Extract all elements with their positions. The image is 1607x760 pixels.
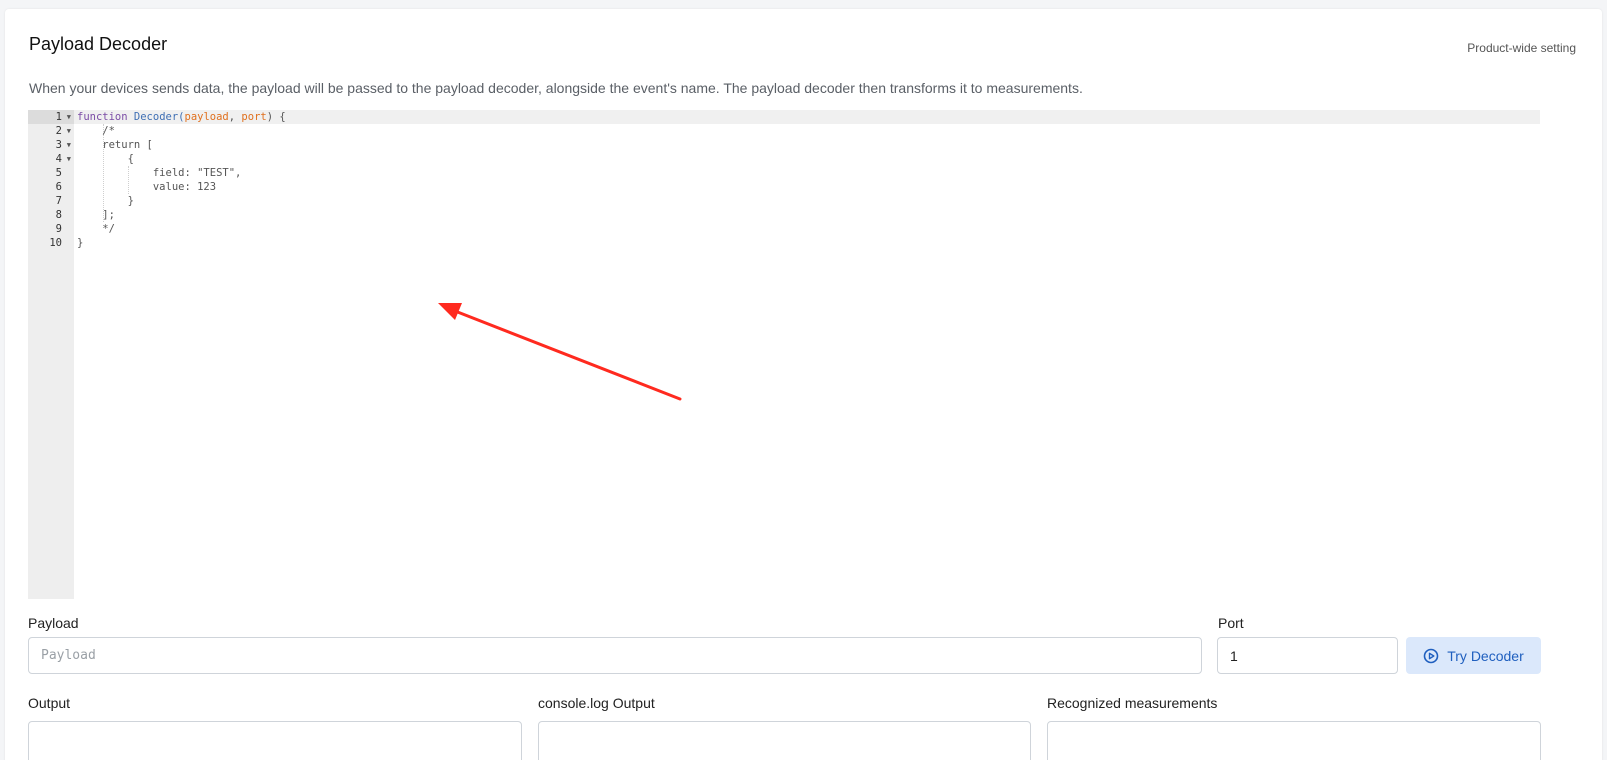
fold-arrow-icon[interactable]: ▼ — [67, 124, 71, 138]
payload-label: Payload — [28, 615, 79, 631]
card-title: Payload Decoder — [29, 34, 168, 54]
code-line: */ — [77, 223, 115, 235]
line-number: 4 ▼ — [28, 152, 74, 166]
port-input[interactable] — [1217, 637, 1398, 674]
try-decoder-label: Try Decoder — [1447, 647, 1524, 664]
code-function-name: Decoder — [133, 111, 179, 123]
play-circle-icon — [1423, 648, 1439, 663]
try-decoder-button[interactable]: Try Decoder — [1406, 637, 1541, 674]
active-line-highlight — [74, 110, 1540, 124]
code-line: function Decoder(payload, port) { — [77, 110, 286, 124]
output-box[interactable] — [28, 721, 522, 760]
line-number-text: 1 — [55, 111, 62, 123]
code-line: { — [77, 153, 134, 165]
line-number: 8 — [28, 208, 74, 222]
port-label: Port — [1218, 615, 1244, 631]
line-number-text: 6 — [55, 181, 62, 193]
line-number: 1 ▼ — [28, 110, 74, 124]
code-paren: ) { — [266, 111, 286, 123]
code-line: } — [77, 237, 84, 249]
code-param: payload — [184, 111, 229, 123]
fold-arrow-icon[interactable]: ▼ — [67, 152, 71, 166]
code-param: port — [241, 111, 267, 123]
code-line: } — [77, 195, 134, 207]
line-number-text: 4 — [55, 153, 62, 165]
recognized-measurements-label: Recognized measurements — [1047, 695, 1218, 711]
line-number-text: 7 — [55, 195, 62, 207]
line-number: 3 ▼ — [28, 138, 74, 152]
code-keyword: function — [77, 111, 128, 123]
output-label: Output — [28, 695, 71, 711]
code-separator: , — [228, 111, 242, 123]
line-number-text: 8 — [55, 209, 62, 221]
line-number-text: 2 — [55, 125, 62, 137]
code-line: ]; — [77, 209, 115, 221]
product-wide-setting-label: Product-wide setting — [1467, 41, 1576, 55]
line-number-text: 5 — [55, 167, 62, 179]
code-line: value: 123 — [77, 181, 217, 193]
payload-decoder-card: Payload Decoder Product-wide setting Whe… — [5, 9, 1602, 760]
line-number: 9 — [28, 222, 74, 236]
line-number-text: 9 — [55, 223, 62, 235]
fold-arrow-icon[interactable]: ▼ — [67, 110, 71, 124]
line-number: 10 — [28, 236, 74, 250]
code-line: /* — [77, 125, 115, 137]
recognized-measurements-box[interactable] — [1047, 721, 1541, 760]
code-editor[interactable]: 1 ▼ 2 ▼ 3 ▼ 4 ▼ 5 6 7 8 9 10 function Decode… — [28, 110, 1540, 599]
card-description: When your devices sends data, the payloa… — [29, 80, 1083, 96]
console-output-label: console.log Output — [538, 695, 655, 711]
line-number: 7 — [28, 194, 74, 208]
code-line: return [ — [77, 139, 153, 151]
code-line: field: "TEST", — [77, 167, 242, 179]
fold-arrow-icon[interactable]: ▼ — [67, 138, 71, 152]
line-number: 5 — [28, 166, 74, 180]
payload-input[interactable] — [28, 637, 1202, 674]
console-output-box[interactable] — [538, 721, 1031, 760]
line-number: 2 ▼ — [28, 124, 74, 138]
line-number-text: 10 — [49, 237, 62, 249]
line-number-text: 3 — [55, 139, 62, 151]
line-number: 6 — [28, 180, 74, 194]
